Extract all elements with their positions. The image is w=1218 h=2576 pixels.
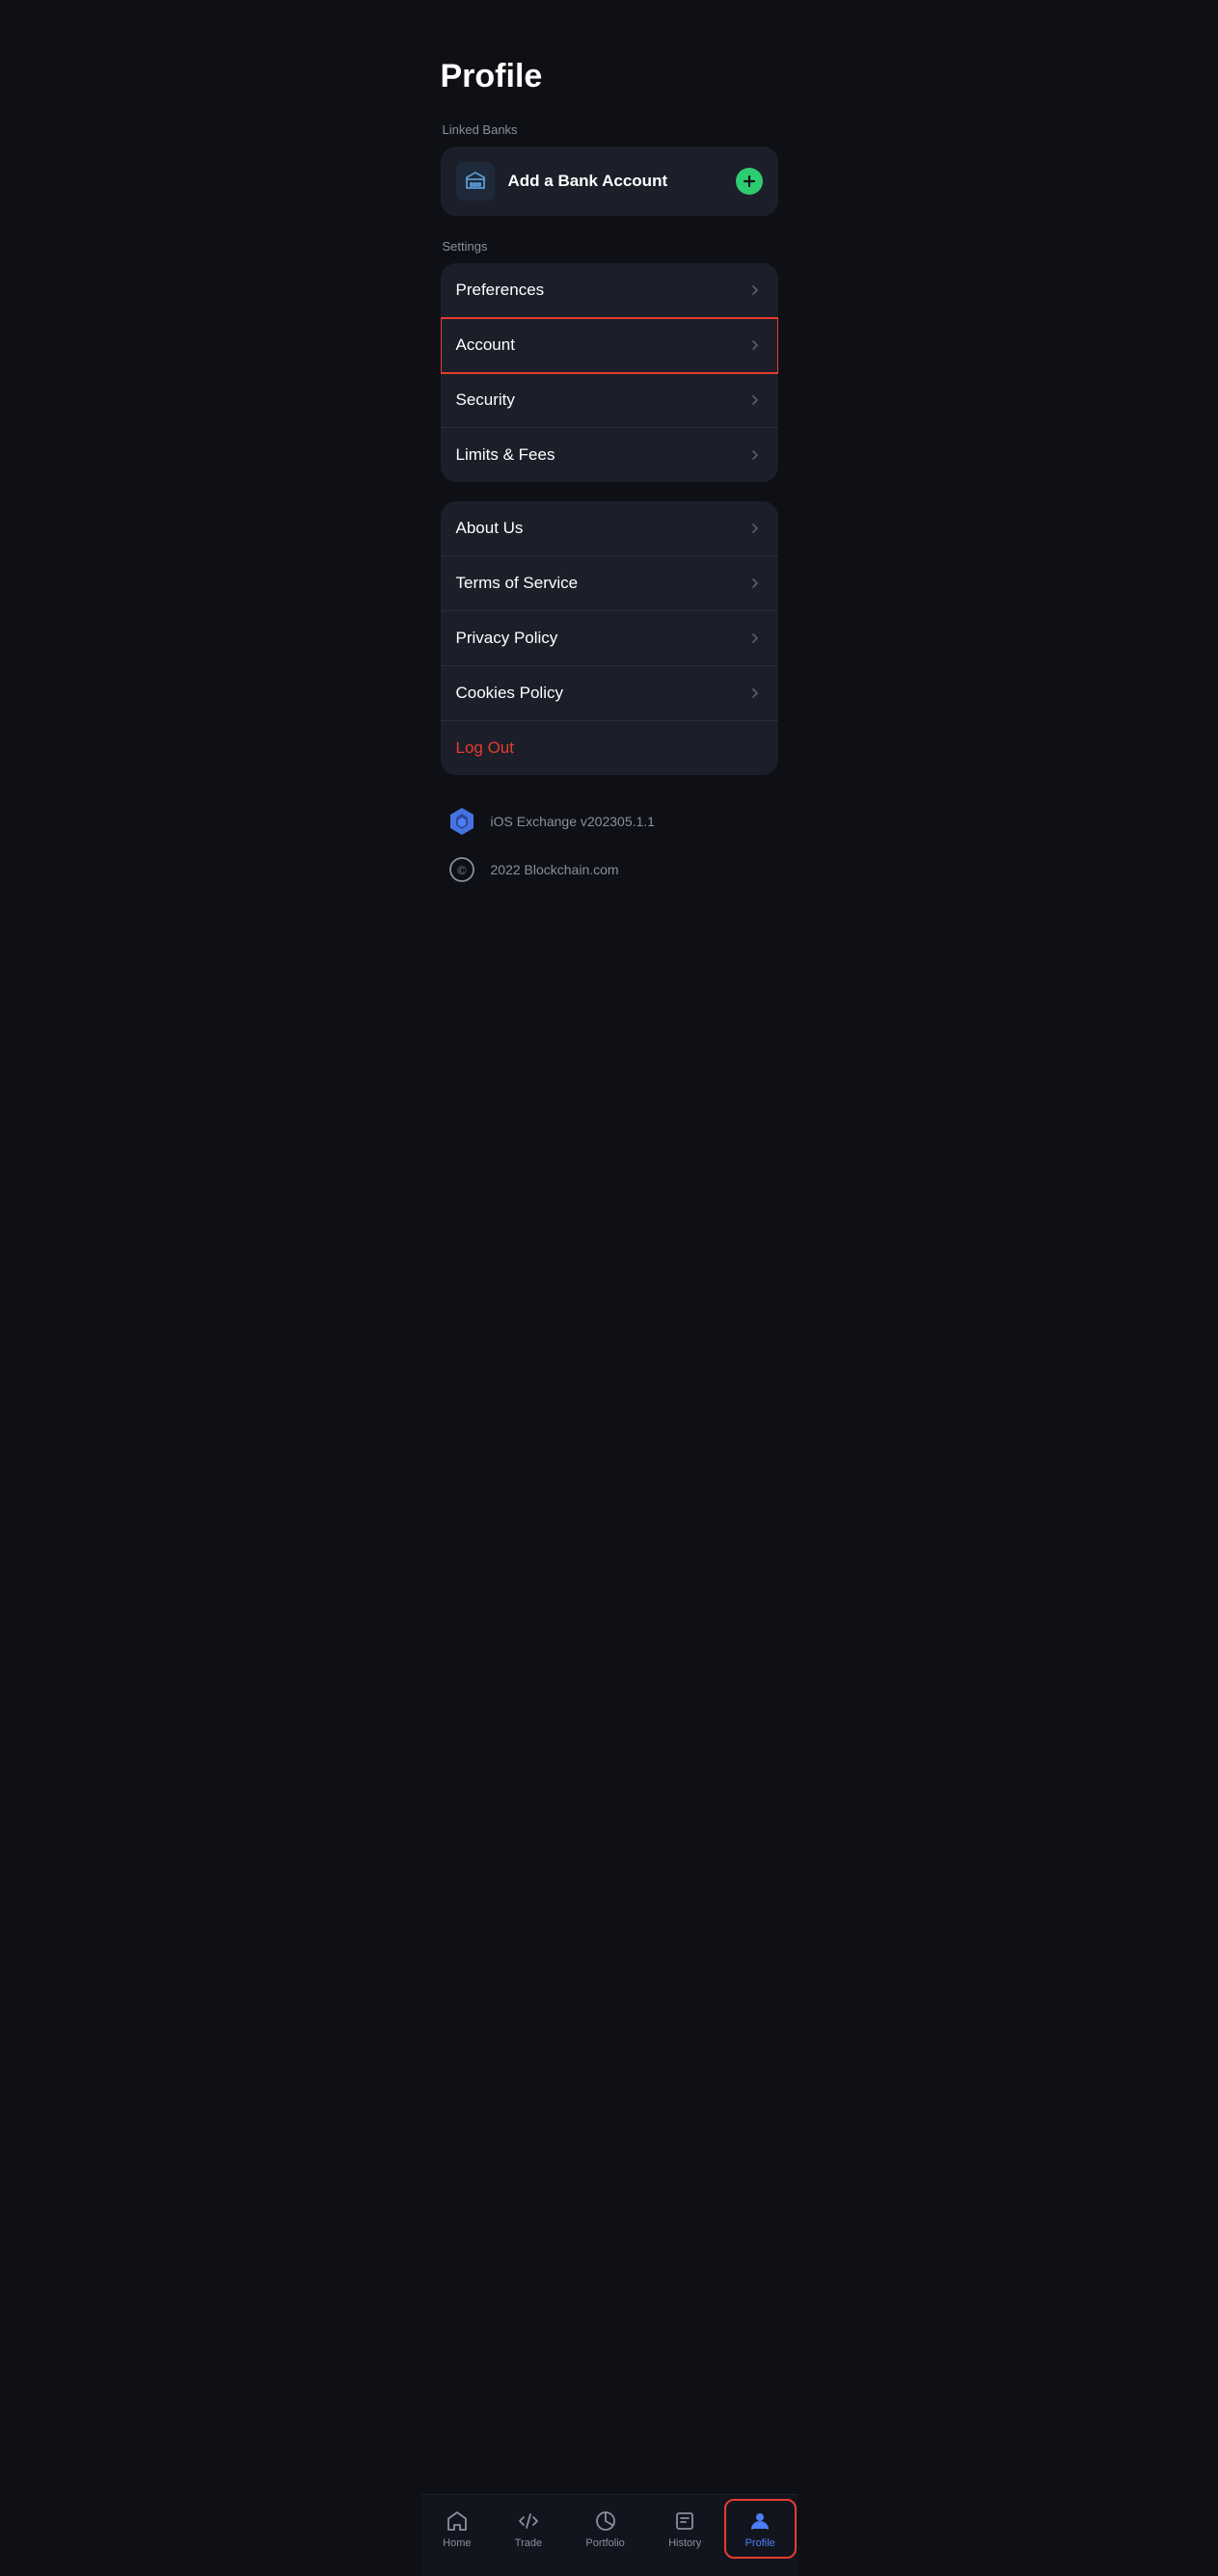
nav-profile[interactable]: Profile — [730, 2505, 791, 2553]
chevron-right-icon — [747, 282, 763, 298]
chevron-right-icon — [747, 685, 763, 701]
version-text: iOS Exchange v202305.1.1 — [491, 814, 655, 829]
bank-icon — [456, 162, 495, 201]
privacy-label: Privacy Policy — [456, 629, 747, 648]
limits-fees-label: Limits & Fees — [456, 445, 747, 465]
cookies-label: Cookies Policy — [456, 684, 747, 703]
profile-nav-label: Profile — [745, 2537, 775, 2549]
chevron-right-icon — [747, 521, 763, 536]
account-label: Account — [456, 335, 747, 355]
account-item[interactable]: Account — [441, 318, 778, 373]
terms-item[interactable]: Terms of Service — [441, 556, 778, 611]
nav-trade[interactable]: Trade — [500, 2505, 557, 2553]
preferences-label: Preferences — [456, 281, 747, 300]
home-nav-label: Home — [443, 2537, 471, 2549]
copyright-icon: © — [445, 852, 479, 887]
settings-card: Preferences Account Security Limits & Fe… — [441, 263, 778, 482]
blockchain-logo-icon — [445, 804, 479, 839]
preferences-item[interactable]: Preferences — [441, 263, 778, 318]
add-bank-button[interactable] — [736, 168, 763, 195]
about-us-label: About Us — [456, 519, 747, 538]
privacy-item[interactable]: Privacy Policy — [441, 611, 778, 666]
terms-label: Terms of Service — [456, 574, 747, 593]
cookies-item[interactable]: Cookies Policy — [441, 666, 778, 721]
footer-info: iOS Exchange v202305.1.1 © 2022 Blockcha… — [441, 794, 778, 910]
history-nav-label: History — [668, 2537, 701, 2549]
portfolio-icon — [593, 2509, 618, 2534]
chevron-right-icon — [747, 337, 763, 353]
copyright-row: © 2022 Blockchain.com — [445, 852, 774, 887]
page-title: Profile — [441, 58, 778, 95]
about-us-item[interactable]: About Us — [441, 501, 778, 556]
trade-icon — [516, 2509, 541, 2534]
add-bank-text: Add a Bank Account — [508, 172, 736, 191]
add-bank-row[interactable]: Add a Bank Account — [441, 147, 778, 216]
svg-text:©: © — [457, 863, 467, 877]
profile-icon — [747, 2509, 772, 2534]
trade-nav-label: Trade — [515, 2537, 542, 2549]
info-card: About Us Terms of Service Privacy Policy… — [441, 501, 778, 775]
home-icon — [445, 2509, 470, 2534]
settings-label: Settings — [441, 239, 778, 254]
version-row: iOS Exchange v202305.1.1 — [445, 804, 774, 839]
chevron-right-icon — [747, 392, 763, 408]
nav-history[interactable]: History — [653, 2505, 717, 2553]
nav-portfolio[interactable]: Portfolio — [570, 2505, 639, 2553]
security-item[interactable]: Security — [441, 373, 778, 428]
copyright-text: 2022 Blockchain.com — [491, 862, 619, 877]
bottom-nav: Home Trade Portfolio History — [421, 2494, 798, 2576]
limits-fees-item[interactable]: Limits & Fees — [441, 428, 778, 482]
logout-label: Log Out — [456, 738, 763, 758]
chevron-right-icon — [747, 576, 763, 591]
history-icon — [672, 2509, 697, 2534]
linked-banks-label: Linked Banks — [441, 122, 778, 137]
logout-item[interactable]: Log Out — [441, 721, 778, 775]
portfolio-nav-label: Portfolio — [585, 2537, 624, 2549]
chevron-right-icon — [747, 447, 763, 463]
security-label: Security — [456, 390, 747, 410]
chevron-right-icon — [747, 631, 763, 646]
nav-home[interactable]: Home — [427, 2505, 486, 2553]
